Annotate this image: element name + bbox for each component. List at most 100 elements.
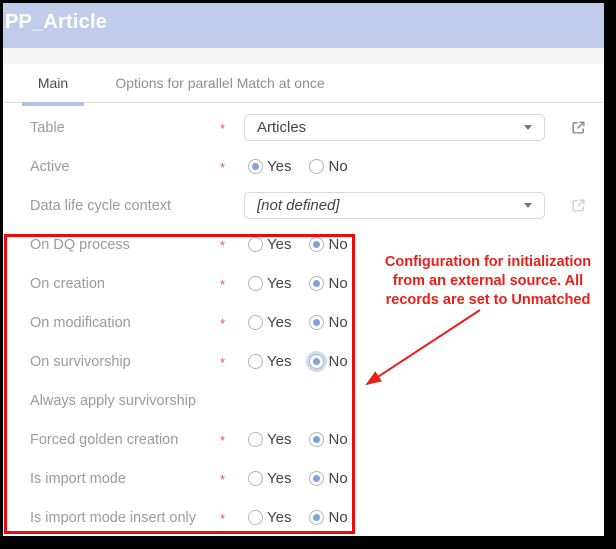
annotation-line: Configuration for initialization bbox=[366, 253, 604, 272]
radio-is-import-mode-insert-only-no[interactable]: No bbox=[305, 509, 347, 526]
radio-is-import-mode-insert-only-yes[interactable]: Yes bbox=[244, 509, 291, 526]
required-asterisk: * bbox=[220, 509, 244, 526]
form-row-active: Active * YesNo bbox=[3, 147, 604, 186]
window: PP_Article Main Options for parallel Mat… bbox=[3, 3, 604, 536]
required-asterisk: * bbox=[220, 353, 244, 370]
radio-option-label: Yes bbox=[267, 431, 291, 448]
field-control: Yes No bbox=[244, 236, 362, 253]
field-label: On modification bbox=[30, 315, 220, 331]
field-control: Yes No bbox=[244, 470, 362, 487]
required-asterisk: * bbox=[220, 431, 244, 448]
required-asterisk bbox=[220, 205, 244, 207]
radio-on-creation-no[interactable]: No bbox=[305, 275, 347, 292]
radio-on-survivorship-no[interactable]: No bbox=[305, 353, 347, 370]
radio-on-dq-process-yes[interactable]: Yes bbox=[244, 236, 291, 253]
radio-option-label: No bbox=[328, 158, 347, 175]
radio-is-import-mode-yes[interactable]: Yes bbox=[244, 470, 291, 487]
page-title: PP_Article bbox=[5, 11, 107, 34]
field-label: On DQ process bbox=[30, 237, 220, 253]
field-label: Is import mode insert only bbox=[30, 510, 220, 526]
radio-option-label: Yes bbox=[267, 509, 291, 526]
radio-circle-icon[interactable] bbox=[309, 510, 324, 525]
form-row-always-apply-survivorship: Always apply survivorship bbox=[3, 381, 604, 420]
radio-option-label: Yes bbox=[267, 158, 291, 175]
annotation-line: from an external source. All bbox=[366, 272, 604, 291]
radio-forced-golden-creation-yes[interactable]: Yes bbox=[244, 431, 291, 448]
radio-option-label: No bbox=[328, 431, 347, 448]
radio-on-modification-yes[interactable]: Yes bbox=[244, 314, 291, 331]
radio-on-survivorship-yes[interactable]: Yes bbox=[244, 353, 291, 370]
field-control: Yes No bbox=[244, 509, 362, 526]
field-control: Yes No bbox=[244, 275, 362, 292]
chevron-down-icon bbox=[524, 203, 532, 208]
form-body: Table * Articles Active * Yes No Data lif… bbox=[3, 108, 604, 536]
required-asterisk: * bbox=[220, 236, 244, 253]
table-dropdown[interactable]: Articles bbox=[244, 114, 545, 141]
radio-circle-icon[interactable] bbox=[248, 510, 263, 525]
radio-option-label: No bbox=[328, 470, 347, 487]
radio-option-label: Yes bbox=[267, 314, 291, 331]
dropdown-value: Articles bbox=[257, 119, 524, 136]
radio-circle-icon[interactable] bbox=[248, 471, 263, 486]
data-life-cycle-context-dropdown[interactable]: [not defined] bbox=[244, 192, 545, 219]
radio-active-yes[interactable]: Yes bbox=[244, 158, 291, 175]
field-label: Active bbox=[30, 159, 220, 175]
radio-circle-icon[interactable] bbox=[248, 276, 263, 291]
radio-circle-icon[interactable] bbox=[309, 354, 324, 369]
radio-circle-icon[interactable] bbox=[309, 315, 324, 330]
radio-circle-icon[interactable] bbox=[309, 237, 324, 252]
radio-circle-icon[interactable] bbox=[248, 315, 263, 330]
field-label: Is import mode bbox=[30, 471, 220, 487]
annotation-line: records are set to Unmatched bbox=[366, 291, 604, 310]
tab-main-label: Main bbox=[38, 75, 68, 91]
radio-option-label: Yes bbox=[267, 275, 291, 292]
tab-bar: Main Options for parallel Match at once bbox=[3, 64, 604, 103]
field-label: Always apply survivorship bbox=[30, 393, 220, 409]
radio-option-label: Yes bbox=[267, 353, 291, 370]
form-row-is-import-mode-insert-only: Is import mode insert only * Yes No bbox=[3, 498, 604, 536]
radio-circle-icon[interactable] bbox=[309, 432, 324, 447]
field-label: Data life cycle context bbox=[30, 198, 220, 214]
radio-circle-icon[interactable] bbox=[248, 432, 263, 447]
field-control: Yes No bbox=[244, 314, 362, 331]
header-divider bbox=[3, 48, 604, 64]
radio-is-import-mode-no[interactable]: No bbox=[305, 470, 347, 487]
field-label: On survivorship bbox=[30, 354, 220, 370]
field-control: Yes No bbox=[244, 353, 362, 370]
form-row-data-life-cycle-context: Data life cycle context [not defined] bbox=[3, 186, 604, 225]
radio-on-creation-yes[interactable]: Yes bbox=[244, 275, 291, 292]
radio-option-label: No bbox=[328, 236, 347, 253]
radio-circle-icon[interactable] bbox=[309, 276, 324, 291]
radio-circle-icon[interactable] bbox=[309, 159, 324, 174]
radio-circle-icon[interactable] bbox=[248, 354, 263, 369]
field-label: On creation bbox=[30, 276, 220, 292]
form-row-forced-golden-creation: Forced golden creation * YesNo bbox=[3, 420, 604, 459]
radio-on-dq-process-no[interactable]: No bbox=[305, 236, 347, 253]
active-tab-underline bbox=[22, 102, 84, 106]
chevron-down-icon bbox=[524, 125, 532, 130]
radio-on-modification-no[interactable]: No bbox=[305, 314, 347, 331]
radio-option-label: Yes bbox=[267, 236, 291, 253]
field-control: [not defined] bbox=[244, 192, 587, 219]
required-asterisk: * bbox=[220, 314, 244, 331]
tab-main[interactable]: Main bbox=[22, 64, 84, 102]
external-link-icon[interactable] bbox=[570, 119, 587, 136]
tab-options-label: Options for parallel Match at once bbox=[115, 75, 324, 91]
radio-forced-golden-creation-no[interactable]: No bbox=[305, 431, 347, 448]
radio-option-label: No bbox=[328, 509, 347, 526]
radio-option-label: No bbox=[328, 353, 347, 370]
required-asterisk bbox=[220, 400, 244, 402]
radio-active-no[interactable]: No bbox=[305, 158, 347, 175]
radio-circle-icon[interactable] bbox=[309, 471, 324, 486]
radio-option-label: No bbox=[328, 275, 347, 292]
external-link-icon bbox=[570, 197, 587, 214]
dropdown-value: [not defined] bbox=[257, 197, 524, 214]
required-asterisk: * bbox=[220, 275, 244, 292]
field-control: Articles bbox=[244, 114, 587, 141]
required-asterisk: * bbox=[220, 119, 244, 136]
field-label: Table bbox=[30, 120, 220, 136]
radio-circle-icon[interactable] bbox=[248, 159, 263, 174]
radio-circle-icon[interactable] bbox=[248, 237, 263, 252]
tab-options-parallel-match[interactable]: Options for parallel Match at once bbox=[115, 64, 325, 102]
field-control: Yes No bbox=[244, 158, 362, 175]
